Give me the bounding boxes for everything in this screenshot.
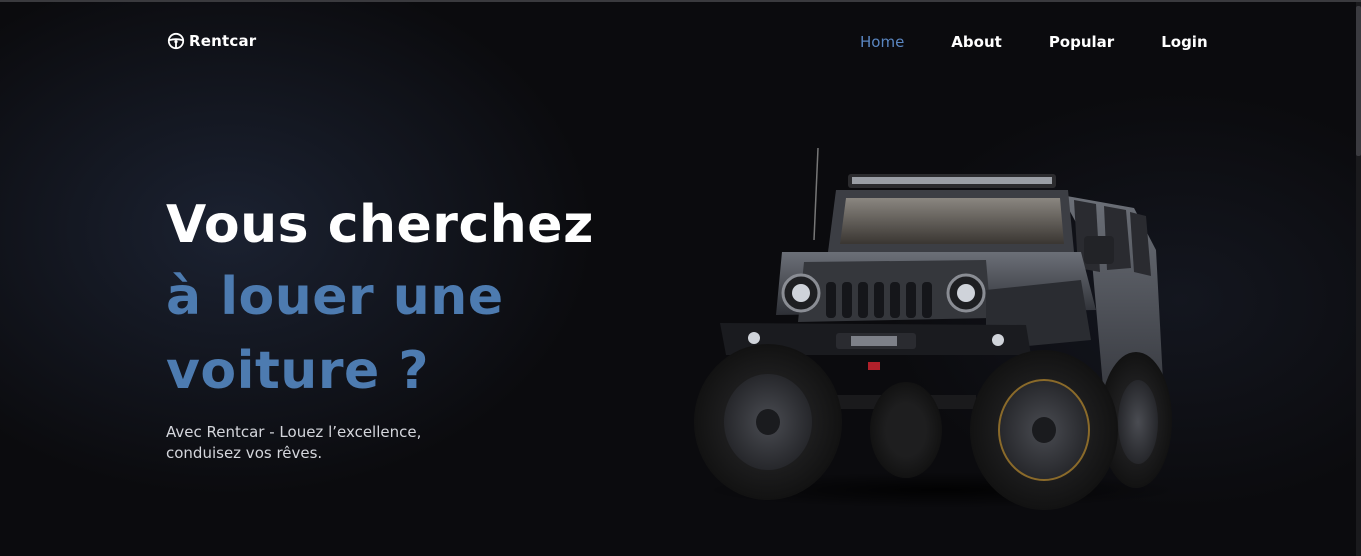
hero-title: Vous cherchez à louer une voiture ? — [166, 190, 666, 408]
hero-car-image — [686, 140, 1191, 510]
hero-title-line1: Vous cherchez — [166, 195, 594, 255]
scrollbar-track[interactable] — [1356, 2, 1361, 556]
hero-title-line2: à louer une — [166, 267, 504, 327]
logo-text: Rentcar — [189, 32, 257, 50]
main-menu: Home About Popular Login — [860, 32, 1208, 52]
hero-section: Vous cherchez à louer une voiture ? Avec… — [166, 190, 666, 464]
scrollbar-thumb[interactable] — [1356, 6, 1361, 156]
hero-title-line3: voiture ? — [166, 341, 430, 401]
hero-subtitle: Avec Rentcar - Louez l’excellence, condu… — [166, 423, 422, 462]
logo-link[interactable]: Rentcar — [167, 32, 256, 50]
nav-about-link[interactable]: About — [951, 32, 1002, 52]
steering-wheel-icon — [167, 32, 185, 50]
nav-home-link[interactable]: Home — [860, 32, 904, 52]
nav-popular-link[interactable]: Popular — [1049, 32, 1114, 52]
nav-login-link[interactable]: Login — [1161, 32, 1207, 52]
header-nav: Rentcar Home About Popular Login — [0, 0, 1356, 84]
